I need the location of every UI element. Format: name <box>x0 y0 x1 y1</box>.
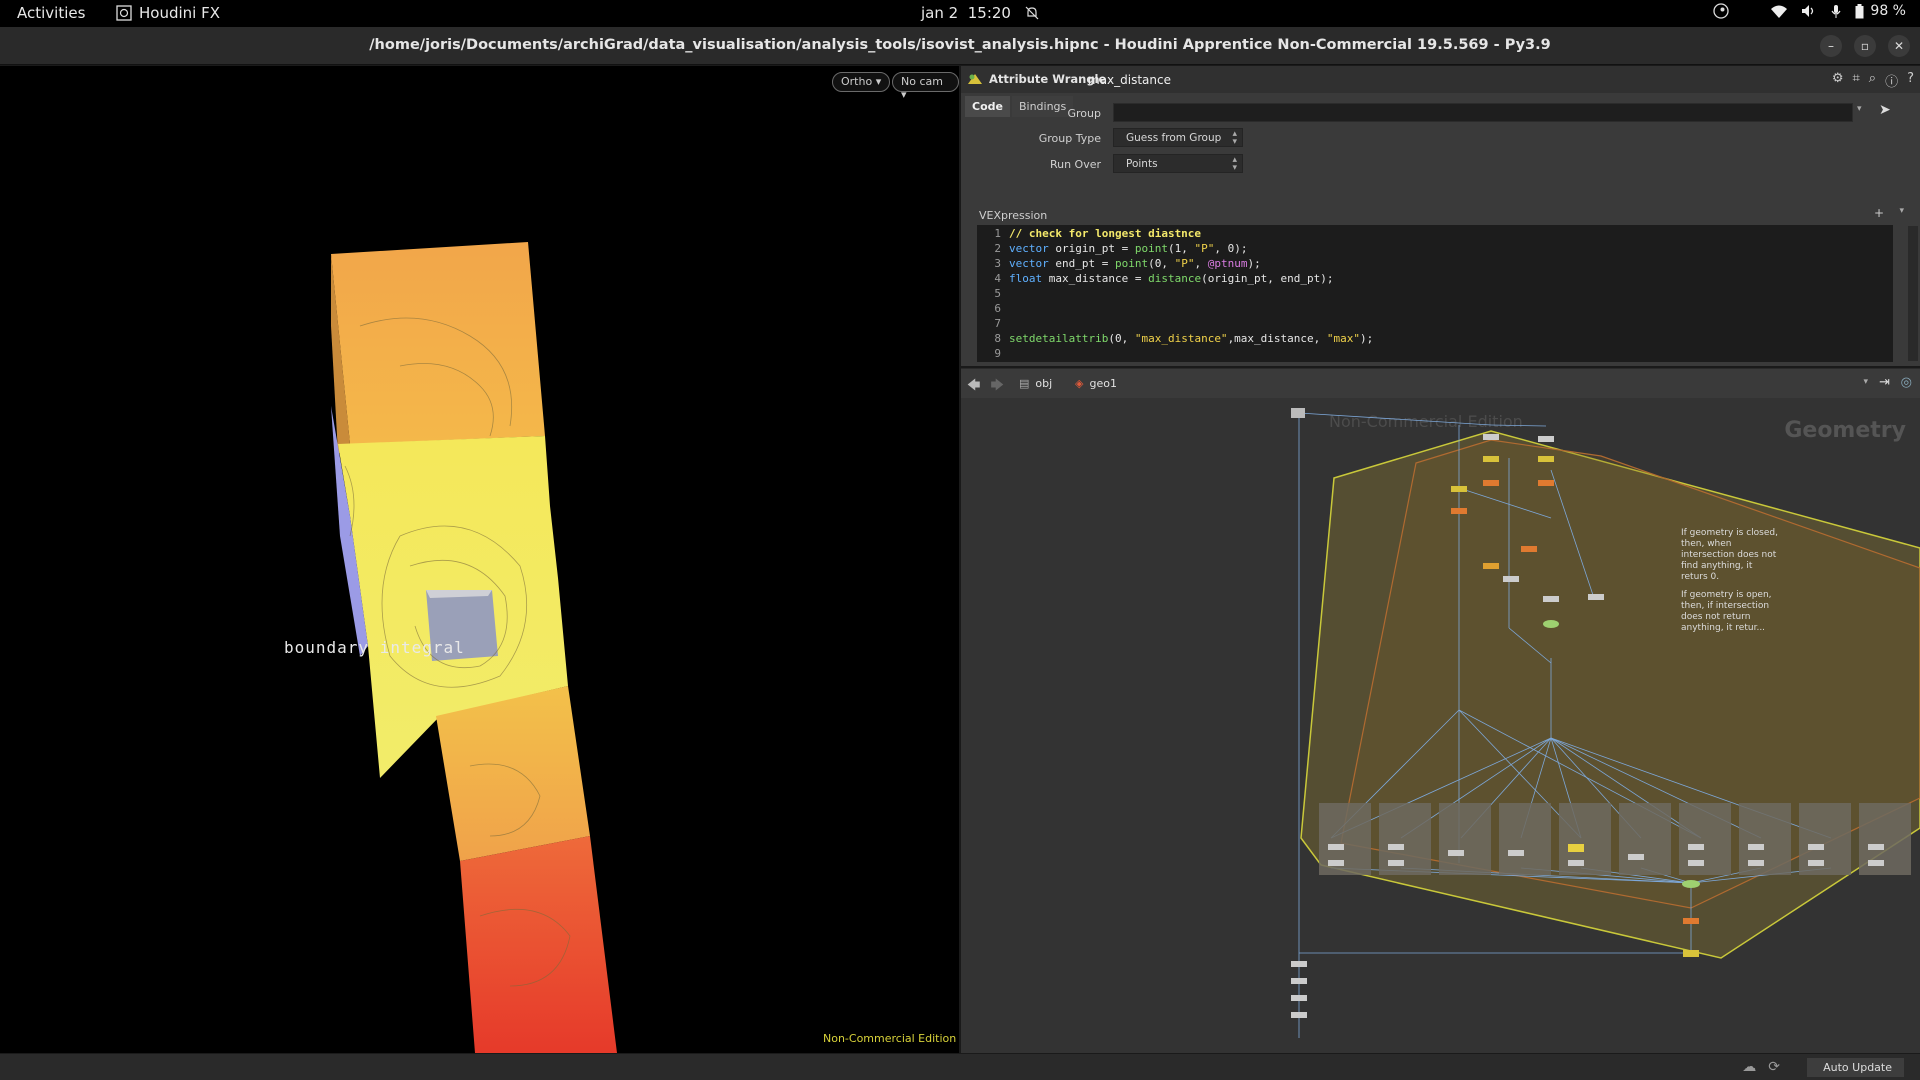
app-name: Houdini FX <box>139 4 220 22</box>
run-over-label: Run Over <box>1049 158 1101 171</box>
window-title: /home/joris/Documents/archiGrad/data_vis… <box>369 37 1551 53</box>
vexpression-label: VEXpression <box>979 209 1048 222</box>
run-over-dropdown[interactable]: Points ▴ ▾ <box>1113 154 1243 173</box>
minimize-button[interactable]: – <box>1820 35 1842 57</box>
close-button[interactable]: ✕ <box>1888 35 1910 57</box>
group-label: Group <box>1067 107 1102 120</box>
group-type-value: Guess from Group <box>1126 132 1222 144</box>
code-line: 2 vector origin_pt = point(1, "P", 0); <box>994 242 1248 255</box>
forward-arrow-icon[interactable]: 🡆 <box>990 376 1003 398</box>
scene-viewport[interactable]: Ortho ▾ No cam ▾ boundary integral Non-C… <box>0 66 959 1053</box>
network-editor[interactable]: Non-Commercial Edition Geometry If geome… <box>961 398 1920 1053</box>
wrangle-node-icon <box>968 74 982 84</box>
volume-icon <box>1802 5 1814 17</box>
network-path-bar: 🡄 🡆 ▤ obj ◈ geo1 ▾ ⇥ ◎ <box>961 368 1920 398</box>
activities-button[interactable]: Activities <box>17 4 85 22</box>
add-snippet-icon[interactable]: + <box>1874 206 1884 220</box>
system-tray[interactable]: 98 % <box>1713 3 1906 19</box>
projection-dropdown[interactable]: Ortho ▾ <box>832 72 891 92</box>
pin-icon[interactable]: ⇥ <box>1879 375 1890 390</box>
snippet-menu-icon[interactable]: ▾ <box>1899 206 1904 216</box>
link-icon[interactable]: ◎ <box>1901 375 1912 390</box>
group-field[interactable] <box>1113 103 1853 122</box>
geo-node-icon: ◈ <box>1075 377 1084 390</box>
edition-watermark: Non-Commercial Edition <box>823 1032 957 1045</box>
sticky-note[interactable]: If geometry is closed, then, when inters… <box>1681 528 1781 583</box>
path-geo[interactable]: ◈ geo1 <box>1075 377 1117 390</box>
camera-dropdown[interactable]: No cam ▾ <box>892 72 959 101</box>
viewport-overlay-label: boundary integral <box>284 638 465 657</box>
heatmap-geometry <box>331 242 617 1053</box>
vex-code-editor[interactable]: 1// check for longest diastnce 2 vector o… <box>977 225 1893 362</box>
refresh-icon[interactable]: ⟳ <box>1768 1059 1780 1075</box>
battery-percent: 98 % <box>1870 3 1906 19</box>
code-line: 6 <box>994 302 1001 315</box>
sticky-note[interactable]: If geometry is open, then, if intersecti… <box>1681 590 1781 634</box>
path-obj[interactable]: ▤ obj <box>1019 377 1052 390</box>
projection-label: Ortho <box>841 75 873 88</box>
camera-label: No cam <box>901 75 943 88</box>
bell-muted-icon <box>1025 6 1039 20</box>
battery-icon <box>1855 3 1864 18</box>
run-over-value: Points <box>1126 158 1158 170</box>
node-name-field[interactable]: max_distance <box>1088 73 1171 87</box>
help-icon[interactable]: ? <box>1907 71 1914 90</box>
search-icon[interactable]: ⌕ <box>1869 71 1876 90</box>
clock-time: 15:20 <box>967 4 1011 22</box>
code-line: 9 <box>994 347 1001 360</box>
wifi-icon <box>1771 5 1788 18</box>
status-bar: ☁ ⟳ Auto Update <box>0 1053 1920 1080</box>
steam-icon <box>1713 3 1730 19</box>
group-type-dropdown[interactable]: Guess from Group ▴ ▾ <box>1113 128 1243 147</box>
code-line: 8 setdetailattrib(0, "max_distance",max_d… <box>994 332 1374 345</box>
app-menu[interactable]: Houdini FX <box>116 4 220 22</box>
auto-update-label: Auto Update <box>1823 1061 1892 1074</box>
window-title-bar[interactable]: /home/joris/Documents/archiGrad/data_vis… <box>0 27 1920 65</box>
info-icon[interactable]: ⓘ <box>1885 71 1898 90</box>
microphone-icon <box>1831 4 1841 18</box>
parameter-pane: Attribute Wrangle max_distance ⚙ ⌗ ⌕ ⓘ ?… <box>961 66 1920 366</box>
clock[interactable]: jan 2 15:20 <box>921 4 1039 22</box>
code-line: 3 vector end_pt = point(0, "P", @ptnum); <box>994 257 1261 270</box>
houdini-app-icon <box>116 5 132 21</box>
group-type-label: Group Type <box>1038 132 1101 145</box>
select-arrow-icon[interactable]: ➤ <box>1879 102 1891 118</box>
node-graph <box>1291 408 1920 1038</box>
obj-folder-icon: ▤ <box>1019 377 1030 390</box>
help-book-icon[interactable]: ⌗ <box>1852 71 1859 90</box>
auto-update-dropdown[interactable]: Auto Update <box>1807 1058 1904 1077</box>
back-arrow-icon[interactable]: 🡄 <box>967 376 980 398</box>
path-geo-label: geo1 <box>1089 377 1117 390</box>
path-dropdown-icon[interactable]: ▾ <box>1863 377 1868 387</box>
system-top-bar: Activities Houdini FX jan 2 15:20 98 % <box>0 0 1920 27</box>
clock-date: jan 2 <box>921 4 959 22</box>
code-line: 4 float max_distance = distance(origin_pt… <box>994 272 1334 285</box>
parameter-toolbar: Attribute Wrangle max_distance ⚙ ⌗ ⌕ ⓘ ? <box>961 66 1920 93</box>
gear-icon[interactable]: ⚙ <box>1832 71 1844 90</box>
path-obj-label: obj <box>1035 377 1053 390</box>
code-line: 5 <box>994 287 1001 300</box>
code-line: 1// check for longest diastnce <box>994 227 1202 240</box>
cloud-icon[interactable]: ☁ <box>1742 1059 1756 1075</box>
code-line: 7 <box>994 317 1001 330</box>
group-dropdown-arrow[interactable]: ▾ <box>1857 104 1862 114</box>
code-scrollbar[interactable] <box>1908 226 1918 361</box>
maximize-button[interactable]: ▫ <box>1854 35 1876 57</box>
